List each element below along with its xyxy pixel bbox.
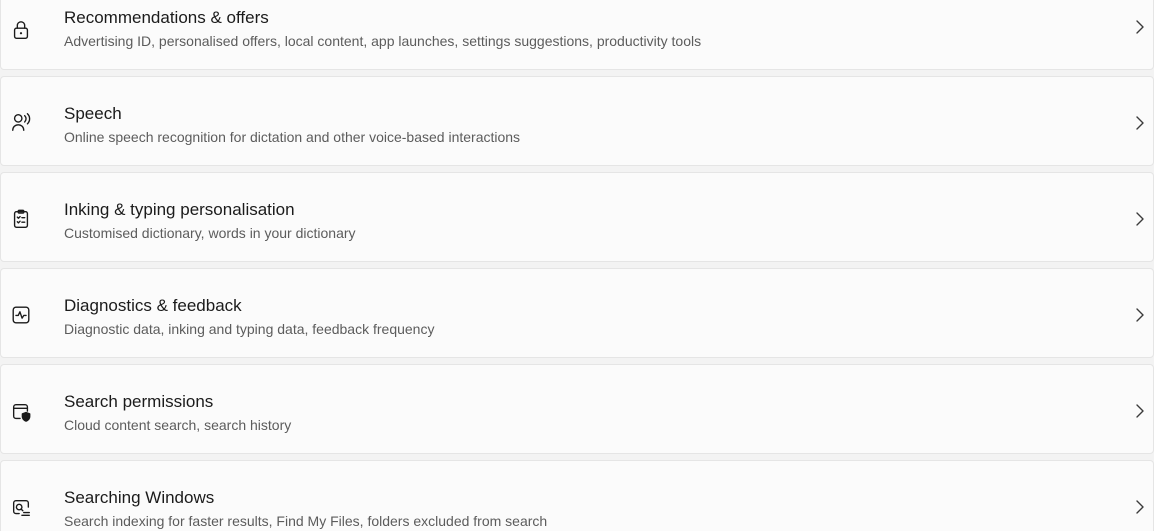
diagnostics-feedback-item[interactable]: Diagnostics & feedback Diagnostic data, … [0,268,1154,358]
search-permissions-item[interactable]: Search permissions Cloud content search,… [0,364,1154,454]
searching-windows-item[interactable]: Searching Windows Search indexing for fa… [0,460,1154,531]
chevron-right-icon [1133,306,1147,324]
item-title: Speech [64,104,122,123]
item-subtitle: Advertising ID, personalised offers, loc… [64,33,702,49]
item-title: Diagnostics & feedback [64,296,242,315]
diagnostics-pulse-icon [9,303,33,327]
chevron-right-icon [1133,114,1147,132]
privacy-settings-list: Recommendations & offers Advertising ID,… [0,0,1154,531]
lock-icon [9,18,33,42]
chevron-right-icon [1133,210,1147,228]
clipboard-checklist-icon [9,207,33,231]
item-subtitle: Online speech recognition for dictation … [64,129,521,145]
item-subtitle: Cloud content search, search history [64,417,292,433]
searching-windows-icon [9,496,33,520]
item-subtitle: Diagnostic data, inking and typing data,… [64,321,435,337]
chevron-right-icon [1133,498,1147,516]
search-shield-icon [9,400,33,424]
item-subtitle: Search indexing for faster results, Find… [64,513,548,529]
chevron-right-icon [1133,18,1147,36]
speech-icon [9,110,33,134]
item-title: Searching Windows [64,488,215,507]
speech-item[interactable]: Speech Online speech recognition for dic… [0,76,1154,166]
item-subtitle: Customised dictionary, words in your dic… [64,225,356,241]
recommendations-offers-item[interactable]: Recommendations & offers Advertising ID,… [0,0,1154,70]
inking-typing-item[interactable]: Inking & typing personalisation Customis… [0,172,1154,262]
chevron-right-icon [1133,402,1147,420]
item-title: Inking & typing personalisation [64,200,295,219]
item-title: Search permissions [64,392,214,411]
item-title: Recommendations & offers [64,8,269,27]
